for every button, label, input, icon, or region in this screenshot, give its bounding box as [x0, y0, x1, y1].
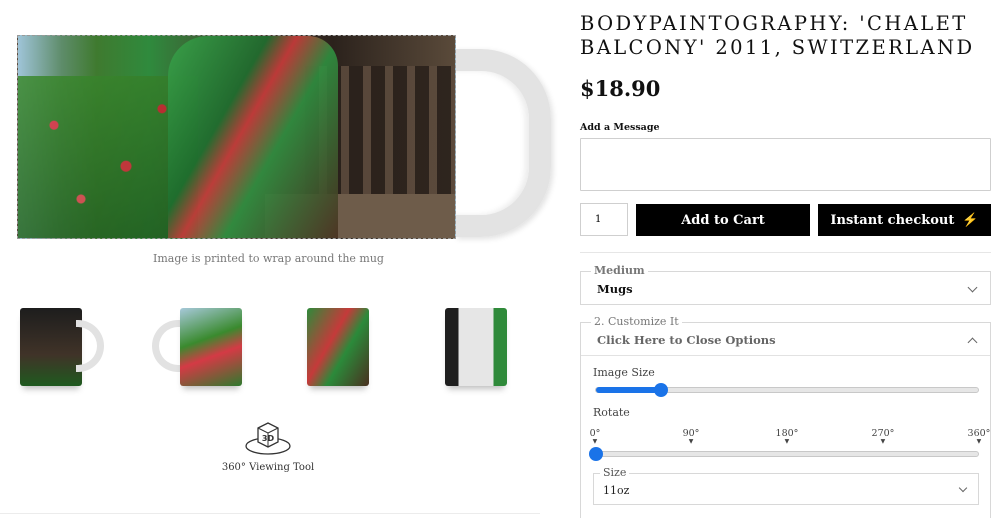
thumbnail-right[interactable] — [443, 306, 543, 396]
size-value: 11oz — [603, 484, 630, 497]
mug-preview — [17, 35, 551, 240]
rotate-tick: 360° ▼ — [967, 428, 991, 445]
thumbnail-left[interactable] — [150, 306, 250, 396]
image-size-handle[interactable] — [654, 383, 669, 397]
customize-toggle[interactable]: Click Here to Close Options — [581, 323, 990, 356]
size-select[interactable]: Size 11oz — [593, 466, 979, 505]
rotate-ticks: 0° ▼ 90° ▼ 180° ▼ 270° ▼ 360° ▼ — [590, 428, 991, 448]
rotate-handle[interactable] — [589, 447, 603, 461]
customize-panel: 2. Customize It Click Here to Close Opti… — [580, 315, 991, 518]
product-price: $18.90 — [580, 76, 661, 101]
3d-cube-icon: 3D — [245, 422, 291, 455]
thumbnail-strip — [0, 300, 540, 400]
print-area-image — [17, 35, 456, 239]
lightning-bolt-icon: ⚡ — [962, 212, 979, 228]
thumbnail-back[interactable] — [305, 306, 405, 396]
add-to-cart-label: Add to Cart — [681, 212, 765, 228]
customize-toggle-label: Click Here to Close Options — [597, 333, 776, 347]
mug-handle — [455, 49, 551, 237]
message-label: Add a Message — [580, 122, 660, 133]
rotate-tick: 180° ▼ — [775, 428, 799, 445]
image-size-slider[interactable] — [595, 383, 979, 397]
image-size-label: Image Size — [593, 366, 655, 379]
chevron-down-icon — [958, 483, 968, 493]
medium-value: Mugs — [597, 282, 633, 296]
divider — [0, 513, 540, 514]
medium-select[interactable]: Medium Mugs — [580, 264, 991, 305]
svg-text:3D: 3D — [262, 434, 275, 443]
rotate-tick: 90° ▼ — [682, 428, 700, 445]
rotate-label: Rotate — [593, 406, 630, 419]
viewer-360-button[interactable]: 3D 360° Viewing Tool — [218, 420, 318, 473]
instant-checkout-label: Instant checkout — [830, 212, 955, 228]
message-input[interactable] — [580, 138, 991, 191]
chevron-up-icon — [967, 337, 978, 348]
size-legend: Size — [600, 466, 630, 479]
thumbnail-front[interactable] — [18, 306, 118, 396]
quantity-input[interactable] — [580, 203, 628, 236]
image-size-fill — [596, 387, 662, 393]
add-to-cart-button[interactable]: Add to Cart — [636, 204, 810, 236]
instant-checkout-button[interactable]: Instant checkout ⚡ — [818, 204, 991, 236]
rotate-slider[interactable] — [589, 447, 979, 461]
wrap-note: Image is printed to wrap around the mug — [153, 252, 384, 265]
divider — [580, 252, 991, 253]
rotate-tick: 270° ▼ — [871, 428, 895, 445]
chevron-down-icon — [967, 282, 978, 293]
rotate-tick: 0° ▼ — [589, 428, 601, 445]
product-title: BODYPAINTOGRAPHY: 'CHALET BALCONY' 2011,… — [580, 12, 975, 59]
viewer-label: 360° Viewing Tool — [221, 462, 315, 473]
medium-legend: Medium — [591, 264, 648, 277]
